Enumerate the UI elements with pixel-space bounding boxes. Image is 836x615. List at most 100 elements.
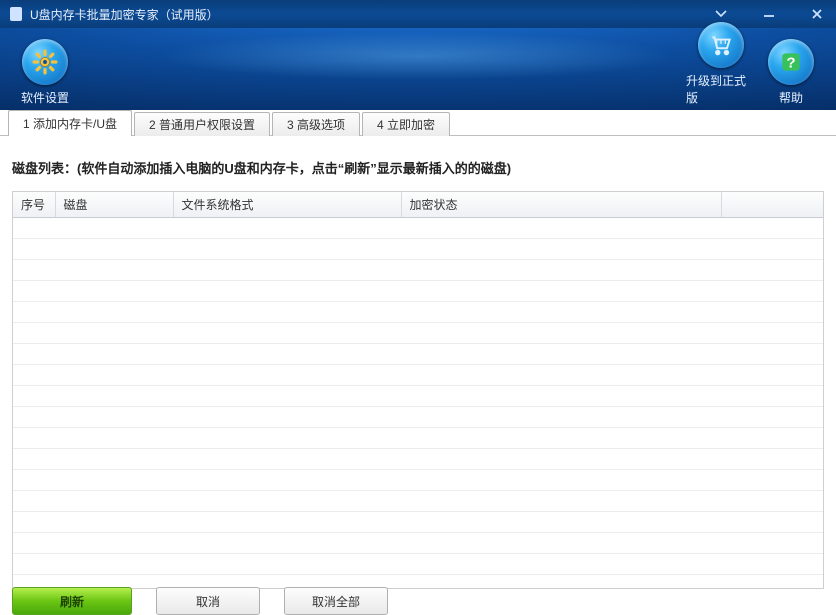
tab-label: 2 普通用户权限设置: [149, 116, 255, 133]
col-extra[interactable]: [721, 192, 823, 218]
col-status[interactable]: 加密状态: [401, 192, 721, 218]
table-cell: [55, 470, 173, 491]
tab-permissions[interactable]: 2 普通用户权限设置: [134, 112, 270, 136]
table-row[interactable]: [13, 428, 823, 449]
dropdown-button[interactable]: [706, 4, 736, 24]
table-cell: [173, 407, 401, 428]
tab-add-disk[interactable]: 1 添加内存卡/U盘: [8, 110, 132, 136]
table-row[interactable]: [13, 218, 823, 239]
table-cell: [55, 533, 173, 554]
table-cell: [173, 260, 401, 281]
table-cell: [401, 449, 721, 470]
table-cell: [13, 260, 55, 281]
svg-text:?: ?: [786, 54, 795, 71]
table-row[interactable]: [13, 302, 823, 323]
disk-table: 序号 磁盘 文件系统格式 加密状态: [13, 192, 823, 575]
table-cell: [55, 365, 173, 386]
help-icon: ?: [768, 39, 814, 85]
table-row[interactable]: [13, 491, 823, 512]
hint-text: 磁盘列表：(软件自动添加插入电脑的U盘和内存卡，点击“刷新”显示最新插入的的磁盘…: [12, 158, 824, 177]
table-row[interactable]: [13, 239, 823, 260]
table-cell: [401, 302, 721, 323]
table-row[interactable]: [13, 407, 823, 428]
table-cell: [401, 365, 721, 386]
table-cell: [401, 344, 721, 365]
app-icon: [10, 7, 22, 21]
table-row[interactable]: [13, 554, 823, 575]
table-row[interactable]: [13, 260, 823, 281]
table-cell: [173, 428, 401, 449]
table-row[interactable]: [13, 449, 823, 470]
table-cell: [721, 260, 823, 281]
close-button[interactable]: [802, 4, 832, 24]
table-cell: [173, 302, 401, 323]
table-cell: [13, 239, 55, 260]
table-cell: [173, 449, 401, 470]
table-cell: [721, 344, 823, 365]
refresh-button[interactable]: 刷新: [12, 587, 132, 615]
col-index[interactable]: 序号: [13, 192, 55, 218]
tab-label: 4 立即加密: [377, 116, 435, 133]
table-cell: [401, 491, 721, 512]
table-cell: [13, 407, 55, 428]
table-cell: [13, 386, 55, 407]
tab-encrypt[interactable]: 4 立即加密: [362, 112, 450, 136]
table-cell: [13, 218, 55, 239]
table-cell: [173, 470, 401, 491]
main-toolbar: 软件设置 升级到正式版 ? 帮助: [0, 28, 836, 110]
table-row[interactable]: [13, 365, 823, 386]
table-cell: [55, 449, 173, 470]
table-cell: [721, 512, 823, 533]
window-title: U盘内存卡批量加密专家（试用版）: [30, 6, 219, 23]
table-cell: [173, 218, 401, 239]
table-header-row: 序号 磁盘 文件系统格式 加密状态: [13, 192, 823, 218]
table-cell: [13, 281, 55, 302]
table-cell: [55, 407, 173, 428]
cancel-button[interactable]: 取消: [156, 587, 260, 615]
table-cell: [721, 239, 823, 260]
table-cell: [55, 323, 173, 344]
table-cell: [173, 491, 401, 512]
bottom-bar: 刷新 取消 取消全部: [0, 581, 836, 615]
settings-button[interactable]: 软件设置: [10, 39, 80, 106]
table-cell: [13, 491, 55, 512]
table-row[interactable]: [13, 386, 823, 407]
tab-advanced[interactable]: 3 高级选项: [272, 112, 360, 136]
tab-strip: 1 添加内存卡/U盘 2 普通用户权限设置 3 高级选项 4 立即加密: [0, 110, 836, 136]
cancel-label: 取消: [196, 593, 220, 610]
upgrade-button[interactable]: 升级到正式版: [686, 22, 756, 106]
table-cell: [13, 323, 55, 344]
table-cell: [401, 533, 721, 554]
table-row[interactable]: [13, 512, 823, 533]
table-cell: [401, 281, 721, 302]
cart-icon: [698, 22, 744, 68]
table-cell: [721, 491, 823, 512]
table-cell: [55, 218, 173, 239]
table-cell: [173, 281, 401, 302]
table-cell: [13, 512, 55, 533]
table-row[interactable]: [13, 281, 823, 302]
table-cell: [721, 281, 823, 302]
help-button[interactable]: ? 帮助: [756, 39, 826, 106]
table-cell: [55, 491, 173, 512]
table-cell: [173, 554, 401, 575]
table-cell: [401, 428, 721, 449]
minimize-button[interactable]: [754, 4, 784, 24]
table-cell: [721, 302, 823, 323]
table-cell: [721, 554, 823, 575]
table-cell: [173, 386, 401, 407]
table-cell: [721, 386, 823, 407]
table-row[interactable]: [13, 470, 823, 491]
table-cell: [401, 407, 721, 428]
cancel-all-label: 取消全部: [312, 593, 360, 610]
table-row[interactable]: [13, 323, 823, 344]
table-row[interactable]: [13, 344, 823, 365]
table-cell: [401, 386, 721, 407]
col-filesystem[interactable]: 文件系统格式: [173, 192, 401, 218]
refresh-label: 刷新: [60, 593, 84, 610]
col-disk[interactable]: 磁盘: [55, 192, 173, 218]
table-cell: [401, 512, 721, 533]
table-cell: [401, 554, 721, 575]
table-row[interactable]: [13, 533, 823, 554]
cancel-all-button[interactable]: 取消全部: [284, 587, 388, 615]
